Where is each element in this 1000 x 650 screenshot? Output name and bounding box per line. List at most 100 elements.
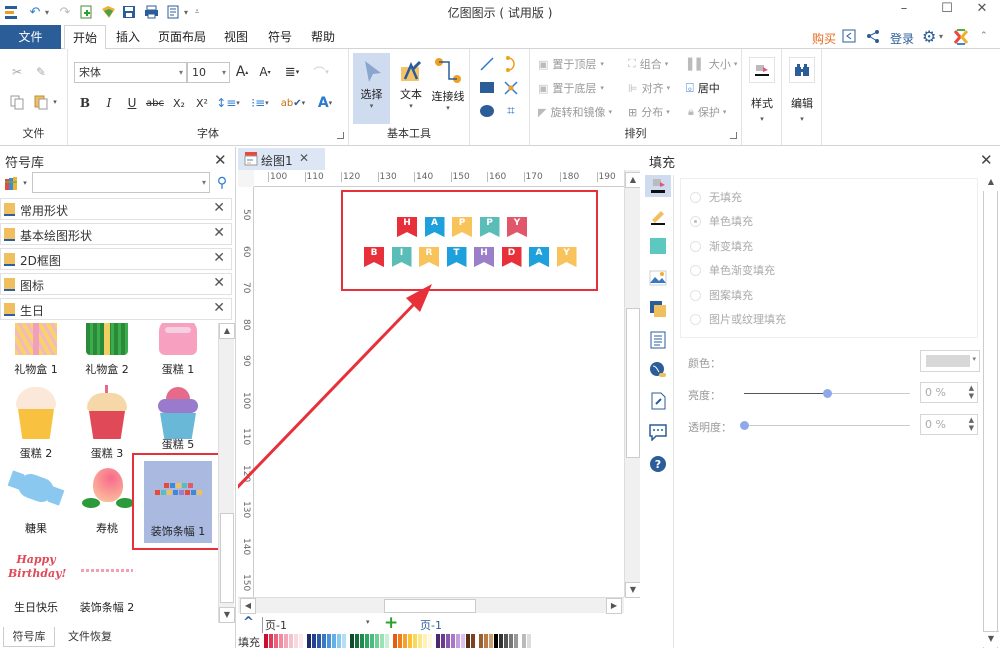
palette-swatch[interactable]	[403, 634, 407, 648]
palette-swatch[interactable]	[312, 634, 316, 648]
palette-swatch[interactable]	[494, 634, 498, 648]
shape-candy[interactable]: 糖果	[3, 468, 69, 536]
palette-swatch[interactable]	[393, 634, 397, 648]
distribute-button[interactable]: ⊞ 分布 ▾	[628, 104, 670, 120]
radio-no-fill[interactable]: 无填充	[690, 189, 742, 205]
group-button[interactable]: ⛶ 组合 ▾	[628, 56, 668, 72]
spin-arrows-icon[interactable]: ▲ ▼	[969, 416, 974, 432]
rotate-mirror-button[interactable]: ◤ 旋转和镜像 ▾	[538, 104, 612, 120]
shape-cake-1[interactable]: 蛋糕 1	[145, 323, 211, 377]
canvas-horizontal-scrollbar[interactable]: ◀ ▶	[238, 597, 624, 614]
share-screen-icon[interactable]	[842, 29, 857, 47]
happy-banner-row[interactable]: HAPPY	[397, 217, 547, 239]
palette-swatch[interactable]	[355, 634, 359, 648]
layers-icon[interactable]	[647, 298, 669, 320]
select-tool-button[interactable]: 选择 ▾	[353, 53, 390, 124]
palette-swatch[interactable]	[264, 634, 268, 648]
shape-cake-5[interactable]	[145, 387, 211, 439]
palette-swatch[interactable]	[398, 634, 402, 648]
arrange-dialog-launcher-icon[interactable]	[730, 132, 737, 139]
palette-swatch[interactable]	[514, 634, 518, 648]
bold-button[interactable]: B	[78, 94, 92, 112]
palette-swatch[interactable]	[456, 634, 460, 648]
shape-happy-birthday[interactable]: Happy Birthday! 生日快乐	[3, 551, 69, 615]
shape-longevity-peach[interactable]: 寿桃	[74, 468, 140, 536]
radio-solid-fill[interactable]: 单色填充	[690, 213, 753, 229]
bring-to-front-button[interactable]: ▣ 置于顶层 ▾	[538, 56, 604, 72]
collapse-ribbon-icon[interactable]: ⌃	[980, 31, 988, 41]
palette-swatch[interactable]	[504, 634, 508, 648]
palette-swatch[interactable]	[466, 634, 470, 648]
edit-button[interactable]: 编辑 ▾	[788, 57, 816, 123]
palette-swatch[interactable]	[527, 634, 531, 648]
transparency-slider[interactable]	[740, 421, 910, 430]
tab-page-layout[interactable]: 页面布局	[152, 25, 212, 49]
palette-swatch[interactable]	[446, 634, 450, 648]
tab-help[interactable]: 帮助	[305, 25, 341, 49]
scroll-up-icon[interactable]: ▲	[219, 323, 235, 339]
library-icon[interactable]	[3, 174, 21, 192]
scroll-up-icon[interactable]: ▲	[625, 172, 641, 188]
page-select[interactable]: 页-1	[262, 617, 287, 633]
category-2d-block[interactable]: 2D框图 ✕	[0, 248, 232, 270]
document-tab[interactable]: 绘图1 ✕	[238, 148, 325, 170]
arc-tool-icon[interactable]	[502, 55, 520, 73]
superscript-button[interactable]: X²	[194, 94, 210, 112]
palette-swatch[interactable]	[509, 634, 513, 648]
palette-swatch[interactable]	[418, 634, 422, 648]
color-picker[interactable]: ▾	[920, 350, 980, 372]
palette-swatch[interactable]	[471, 634, 475, 648]
radio-pattern-fill[interactable]: 图案填充	[690, 287, 753, 303]
line-spacing-icon[interactable]: ↕≡ ▾	[216, 94, 240, 112]
close-category-icon[interactable]: ✕	[213, 225, 225, 241]
expand-pages-icon[interactable]: ^	[243, 615, 254, 630]
underline-button[interactable]: U	[125, 94, 139, 112]
palette-swatch[interactable]	[461, 634, 465, 648]
text-align-icon[interactable]: ≣ ▾	[281, 63, 303, 81]
format-painter-icon[interactable]: ✎	[32, 63, 50, 81]
scroll-down-icon[interactable]: ▼	[219, 607, 235, 623]
strikethrough-button[interactable]: abc	[146, 94, 164, 112]
close-category-icon[interactable]: ✕	[213, 300, 225, 316]
palette-swatch[interactable]	[365, 634, 369, 648]
spin-arrows-icon[interactable]: ▲ ▼	[969, 384, 974, 400]
palette-swatch[interactable]	[360, 634, 364, 648]
close-document-icon[interactable]: ✕	[299, 151, 309, 165]
palette-swatch[interactable]	[451, 634, 455, 648]
palette-swatch[interactable]	[428, 634, 432, 648]
shape-gift-box-1[interactable]: 礼物盒 1	[3, 323, 69, 377]
tab-file-recovery[interactable]: 文件恢复	[62, 627, 118, 647]
login-link[interactable]: 登录	[890, 30, 914, 47]
bullet-list-icon[interactable]: ⁝≡ ▾	[247, 94, 273, 112]
palette-swatch[interactable]	[307, 634, 311, 648]
close-fill-panel-icon[interactable]: ✕	[980, 151, 993, 169]
close-category-icon[interactable]: ✕	[213, 250, 225, 266]
radio-picture-texture-fill[interactable]: 图片或纹理填充	[690, 311, 786, 327]
font-color-icon[interactable]: A ▾	[313, 94, 337, 112]
category-birthday[interactable]: 生日 ✕	[0, 298, 232, 320]
scroll-right-icon[interactable]: ▶	[606, 598, 622, 614]
page-tab[interactable]: 页-1	[420, 617, 442, 633]
palette-swatch[interactable]	[423, 634, 427, 648]
palette-swatch[interactable]	[350, 634, 354, 648]
font-name-select[interactable]: 宋体 ▾	[74, 62, 187, 83]
text-curve-icon[interactable]: ⌒ ▾	[308, 63, 334, 81]
share-icon[interactable]	[866, 29, 880, 47]
shape-banner-2[interactable]: 装饰条幅 2	[74, 551, 140, 615]
canvas-vertical-scrollbar[interactable]: ▲ ▼	[624, 170, 641, 598]
palette-swatch[interactable]	[322, 634, 326, 648]
buy-link[interactable]: 购买	[812, 30, 836, 47]
palette-swatch[interactable]	[342, 634, 346, 648]
palette-swatch[interactable]	[299, 634, 303, 648]
edraw-logo-icon[interactable]	[953, 29, 969, 48]
palette-swatch[interactable]	[289, 634, 293, 648]
attachment-icon[interactable]	[647, 390, 669, 412]
italic-button[interactable]: I	[102, 94, 116, 112]
palette-swatch[interactable]	[274, 634, 278, 648]
radio-gradient-fill[interactable]: 渐变填充	[690, 238, 753, 254]
font-size-select[interactable]: 10 ▾	[187, 62, 230, 83]
category-basic-drawing-shapes[interactable]: 基本绘图形状 ✕	[0, 223, 232, 245]
palette-swatch[interactable]	[385, 634, 389, 648]
shape-cake-2[interactable]: 蛋糕 2	[3, 387, 69, 461]
help-icon[interactable]: ?	[647, 453, 669, 475]
